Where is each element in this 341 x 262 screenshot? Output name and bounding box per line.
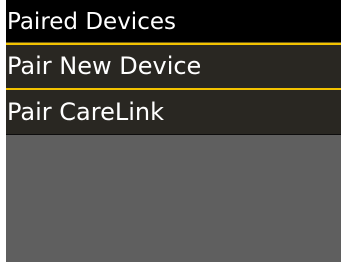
menu-item-label: Pair CareLink	[7, 98, 164, 126]
menu-item-pair-new-device[interactable]: Pair New Device	[6, 43, 341, 90]
menu-item-label: Pair New Device	[7, 52, 202, 80]
menu-item-pair-carelink[interactable]: Pair CareLink	[6, 90, 341, 135]
device-screen: Paired Devices Pair New Device Pair Care…	[6, 0, 341, 262]
page-title: Paired Devices	[7, 9, 176, 35]
title-bar: Paired Devices	[6, 0, 341, 43]
menu-list: Pair New Device Pair CareLink	[6, 43, 341, 135]
empty-list-area	[6, 135, 341, 262]
